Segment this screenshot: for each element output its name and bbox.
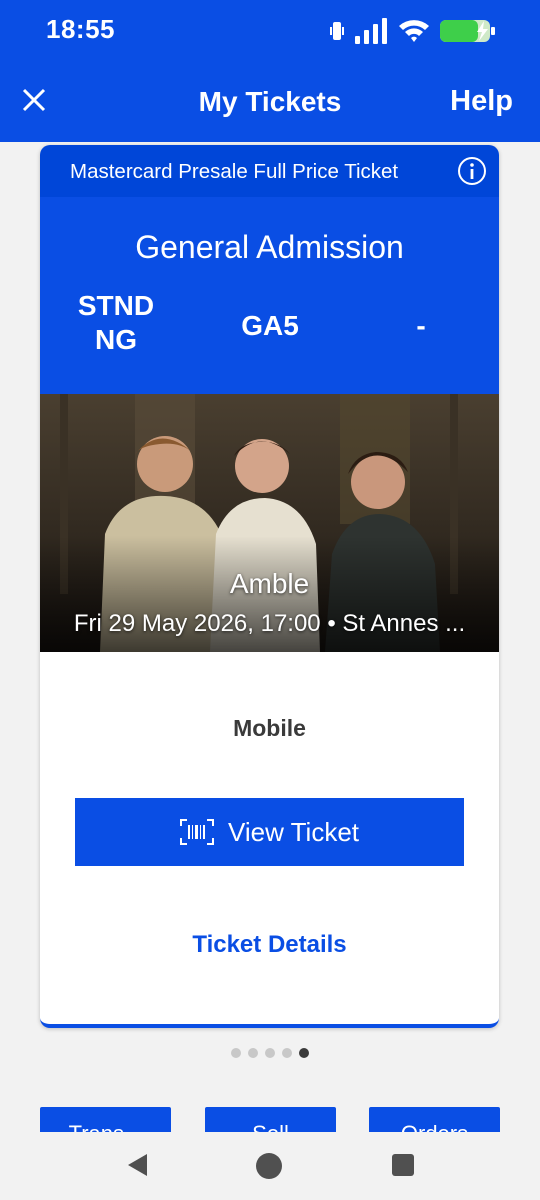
seat-row: GA5 <box>241 310 299 341</box>
recent-apps-icon[interactable] <box>392 1154 414 1176</box>
pager-dot-active[interactable] <box>299 1048 309 1058</box>
admission-type: General Admission <box>135 229 404 265</box>
seat-section: STND NG <box>68 289 164 357</box>
pager-dot[interactable] <box>282 1048 292 1058</box>
pager-dot[interactable] <box>265 1048 275 1058</box>
event-image: Amble Fri 29 May 2026, 17:00 • St Annes … <box>40 394 499 652</box>
system-nav-bar <box>0 1132 540 1200</box>
status-bar: 18:55 <box>0 0 540 60</box>
view-ticket-label: View Ticket <box>227 816 359 847</box>
seat-info-panel: General Admission STND NG GA5 - <box>40 197 499 394</box>
status-time: 18:55 <box>46 14 115 44</box>
seat-section-value: STND NG <box>77 290 155 355</box>
event-date-venue: Fri 29 May 2026, 17:00 • St Annes ... <box>73 610 466 637</box>
ticket-type-label: Mastercard Presale Full Price Ticket <box>70 160 399 183</box>
ticket-type-header: Mastercard Presale Full Price Ticket <box>40 145 499 197</box>
event-name: Amble <box>229 568 310 599</box>
sell-button[interactable]: Sell <box>205 1107 336 1132</box>
transfer-button[interactable]: Trans... <box>40 1107 171 1132</box>
vibrate-icon <box>330 22 344 40</box>
view-ticket-button[interactable]: View Ticket <box>75 798 464 866</box>
pager-dot[interactable] <box>231 1048 241 1058</box>
app-bar: My Tickets Help <box>0 60 540 142</box>
help-link[interactable]: Help <box>450 85 513 118</box>
delivery-method: Mobile <box>233 715 306 741</box>
seat-number: - <box>416 310 426 341</box>
home-icon[interactable] <box>256 1153 282 1179</box>
signal-icon <box>355 18 387 44</box>
status-icons <box>330 16 496 46</box>
card-pager <box>231 1048 309 1058</box>
pager-dot[interactable] <box>248 1048 258 1058</box>
barcode-scan-icon <box>179 819 214 845</box>
battery-charging-icon <box>440 20 495 42</box>
bottom-action-buttons: Trans... Sell Orders <box>40 1107 500 1132</box>
wifi-icon <box>399 20 429 42</box>
ticket-details-link[interactable]: Ticket Details <box>40 931 499 959</box>
ticket-card: Mastercard Presale Full Price Ticket Gen… <box>40 145 499 1028</box>
info-icon[interactable] <box>457 156 487 186</box>
back-icon[interactable] <box>125 1152 149 1178</box>
orders-button[interactable]: Orders <box>369 1107 500 1132</box>
